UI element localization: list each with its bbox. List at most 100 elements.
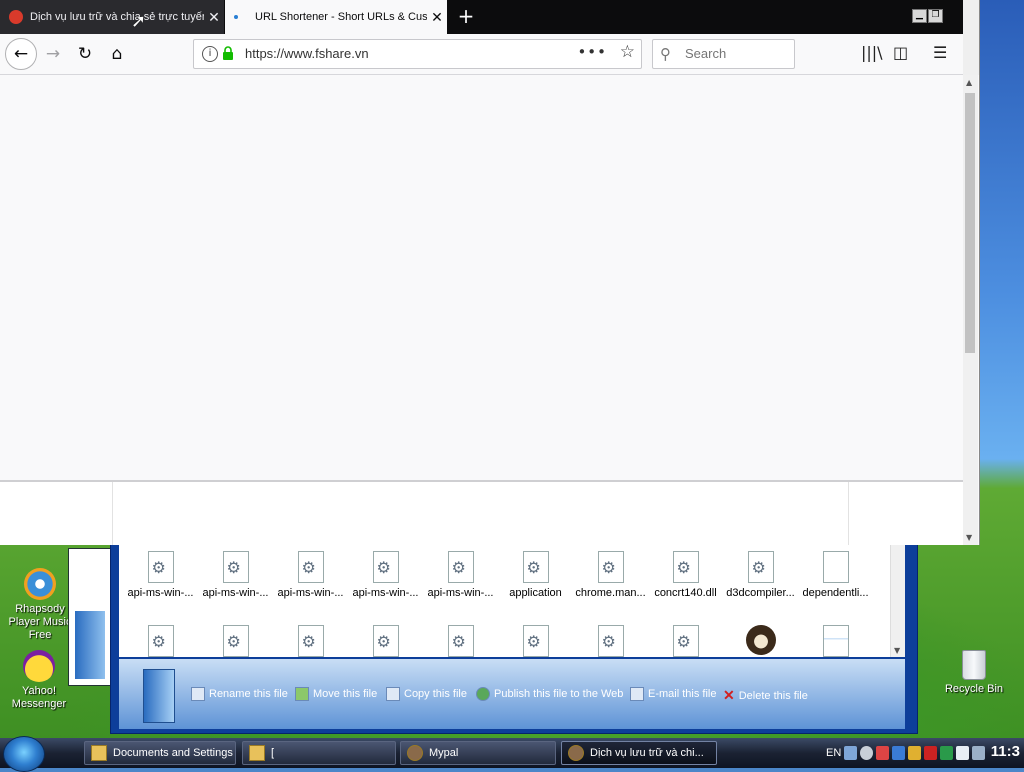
file-item[interactable]: concrt140.dll: [648, 551, 723, 599]
rename-file-link[interactable]: Rename this file: [191, 687, 288, 701]
tab-fshare[interactable]: Dịch vụ lưu trữ và chia sẻ trực tuyến ✕: [0, 0, 224, 34]
file-item[interactable]: [123, 625, 198, 661]
web-page-icon: [822, 625, 849, 657]
reload-button[interactable]: ↻: [71, 40, 99, 68]
restore-window-icon[interactable]: ❐: [928, 9, 943, 23]
search-input[interactable]: [683, 45, 787, 62]
rhapsody-icon: [24, 568, 56, 600]
start-button[interactable]: [3, 736, 45, 772]
file-item[interactable]: api-ms-win-...: [123, 551, 198, 599]
taskbar-button-documents[interactable]: Documents and Settings: [84, 741, 236, 765]
sidebar-icon[interactable]: ◫: [893, 43, 908, 62]
file-icon: [222, 551, 249, 583]
page-actions-icon[interactable]: •••: [577, 43, 607, 61]
forward-button[interactable]: →: [39, 40, 67, 68]
bookmark-star-icon[interactable]: ☆: [620, 42, 635, 62]
scrollbar-thumb[interactable]: [965, 93, 975, 353]
rename-icon: [191, 687, 205, 701]
file-item[interactable]: api-ms-win-...: [423, 551, 498, 599]
library-icon[interactable]: |||\: [861, 43, 883, 62]
file-item[interactable]: dependentli...: [798, 551, 873, 599]
url-text[interactable]: https://www.fshare.vn: [245, 46, 369, 61]
search-box[interactable]: ⚲: [652, 39, 795, 69]
address-bar[interactable]: i https://www.fshare.vn ••• ☆: [193, 39, 642, 69]
email-file-link[interactable]: E-mail this file: [630, 687, 716, 701]
loading-dot-icon: [234, 15, 238, 19]
taskbar: Documents and Settings [ Mypal Dịch vụ l…: [0, 736, 1024, 772]
file-icon: [147, 551, 174, 583]
network-icon[interactable]: [860, 746, 874, 760]
update-icon[interactable]: [908, 746, 922, 760]
move-icon: [295, 687, 309, 701]
page-scrollbar[interactable]: ▲ ▼: [963, 75, 978, 545]
file-item[interactable]: application: [498, 551, 573, 599]
delete-file-link[interactable]: ✕ Delete this file: [723, 687, 808, 704]
file-item[interactable]: [798, 625, 873, 661]
move-file-link[interactable]: Move this file: [295, 687, 377, 701]
publish-file-link[interactable]: Publish this file to the Web: [476, 687, 623, 701]
file-item[interactable]: [273, 625, 348, 661]
file-item[interactable]: api-ms-win-...: [273, 551, 348, 599]
file-list-scrollbar[interactable]: ▼: [890, 545, 905, 657]
task-label: Publish this file to the Web: [494, 688, 624, 700]
page-content: [0, 75, 963, 482]
shield-icon[interactable]: [876, 746, 890, 760]
file-item[interactable]: chrome.man...: [573, 551, 648, 599]
security-icon[interactable]: [892, 746, 906, 760]
file-item[interactable]: [423, 625, 498, 661]
file-label: api-ms-win-...: [127, 587, 194, 599]
antivirus-icon[interactable]: [924, 746, 938, 760]
file-item[interactable]: [348, 625, 423, 661]
display-icon[interactable]: [972, 746, 986, 760]
scroll-down-arrow-icon[interactable]: ▼: [894, 646, 900, 655]
task-label: Copy this file: [404, 688, 467, 700]
taskbar-button-label: Dịch vụ lưu trữ và chi...: [590, 747, 704, 759]
scroll-up-arrow-icon[interactable]: ▲: [966, 78, 972, 87]
window-edge: [963, 0, 979, 75]
menu-icon[interactable]: ☰: [933, 43, 947, 62]
copy-file-link[interactable]: Copy this file: [386, 687, 467, 701]
file-label: chrome.man...: [575, 587, 646, 599]
file-item[interactable]: [498, 625, 573, 661]
lock-icon[interactable]: [222, 46, 234, 60]
download-icon[interactable]: [956, 746, 970, 760]
mypal-icon: [407, 745, 423, 761]
file-item[interactable]: [198, 625, 273, 661]
file-label: api-ms-win-...: [427, 587, 494, 599]
delete-icon: ✕: [723, 687, 735, 703]
file-icon: [597, 551, 624, 583]
navigation-toolbar: ← → ↻ ⌂ i https://www.fshare.vn ••• ☆ ⚲ …: [0, 34, 963, 75]
keyboard-icon[interactable]: [844, 746, 858, 760]
desktop-icon-recycle-bin[interactable]: Recycle Bin: [934, 650, 1014, 696]
file-item[interactable]: api-ms-win-...: [348, 551, 423, 599]
site-info-icon[interactable]: i: [202, 46, 218, 62]
close-tab-icon[interactable]: ✕: [204, 9, 224, 26]
language-indicator[interactable]: EN: [826, 747, 841, 759]
page-content-lower: [0, 482, 963, 545]
file-icon: [222, 625, 249, 657]
file-item[interactable]: [648, 625, 723, 661]
close-tab-icon[interactable]: ✕: [427, 9, 447, 26]
scroll-down-arrow-icon[interactable]: ▼: [966, 533, 972, 542]
file-item[interactable]: [723, 625, 798, 655]
tab-url-shortener[interactable]: URL Shortener - Short URLs & Custom ✕: [225, 0, 447, 34]
explorer-window: api-ms-win-... api-ms-win-... api-ms-win…: [110, 540, 918, 734]
clock[interactable]: 11:3: [991, 743, 1020, 760]
taskbar-button-browser[interactable]: Dịch vụ lưu trữ và chi...: [561, 741, 717, 765]
file-item[interactable]: [573, 625, 648, 661]
taskbar-button-mypal[interactable]: Mypal: [400, 741, 556, 765]
app-tray-icon[interactable]: [940, 746, 954, 760]
file-item[interactable]: api-ms-win-...: [198, 551, 273, 599]
task-label: Delete this file: [738, 689, 808, 702]
new-tab-button[interactable]: +: [454, 3, 478, 29]
file-icon: [447, 625, 474, 657]
tab-title: Dịch vụ lưu trữ và chia sẻ trực tuyến: [30, 11, 204, 23]
file-icon: [297, 625, 324, 657]
file-item[interactable]: d3dcompiler...: [723, 551, 798, 599]
mypal-raccoon-icon: [745, 625, 776, 655]
home-button[interactable]: ⌂: [103, 40, 131, 68]
minimize-window-icon[interactable]: ▁: [912, 9, 927, 23]
back-button[interactable]: ←: [5, 38, 37, 70]
taskbar-button-folder[interactable]: [: [242, 741, 396, 765]
task-label: Rename this file: [209, 688, 288, 700]
